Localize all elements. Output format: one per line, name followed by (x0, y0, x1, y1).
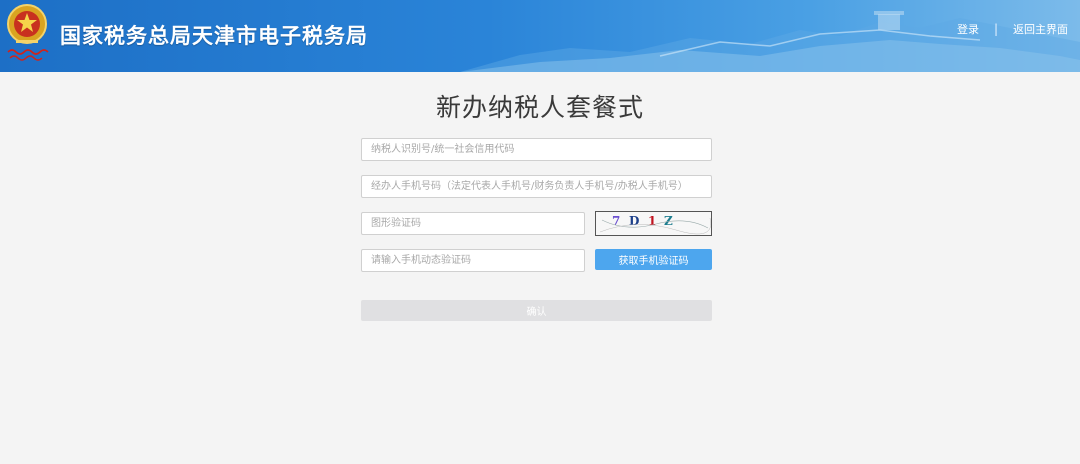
return-home-link[interactable]: 返回主界面 (1013, 21, 1068, 37)
captcha-char-3: 1 (648, 214, 656, 228)
page-title: 新办纳税人套餐式 (435, 93, 644, 122)
login-link[interactable]: 登录 (957, 21, 979, 37)
agent-phone-input[interactable] (361, 175, 712, 198)
taxpayer-id-input[interactable] (361, 138, 712, 161)
header-nav: 登录 | 返回主界面 (957, 21, 1068, 37)
nav-separator: | (993, 22, 998, 36)
sms-code-input[interactable] (361, 249, 585, 272)
tax-emblem-icon (7, 4, 49, 61)
confirm-button[interactable]: 确认 (361, 300, 712, 321)
site-title: 国家税务总局天津市电子税务局 (60, 24, 368, 48)
site-header: 国家税务总局天津市电子税务局 登录 | 返回主界面 (0, 0, 1080, 72)
captcha-image[interactable]: 7 D 1 Z (595, 211, 712, 236)
captcha-graphic: 7 D 1 Z (599, 214, 711, 235)
get-sms-code-button[interactable]: 获取手机验证码 (595, 249, 712, 270)
captcha-char-2: D (629, 214, 639, 228)
captcha-input[interactable] (361, 212, 585, 235)
